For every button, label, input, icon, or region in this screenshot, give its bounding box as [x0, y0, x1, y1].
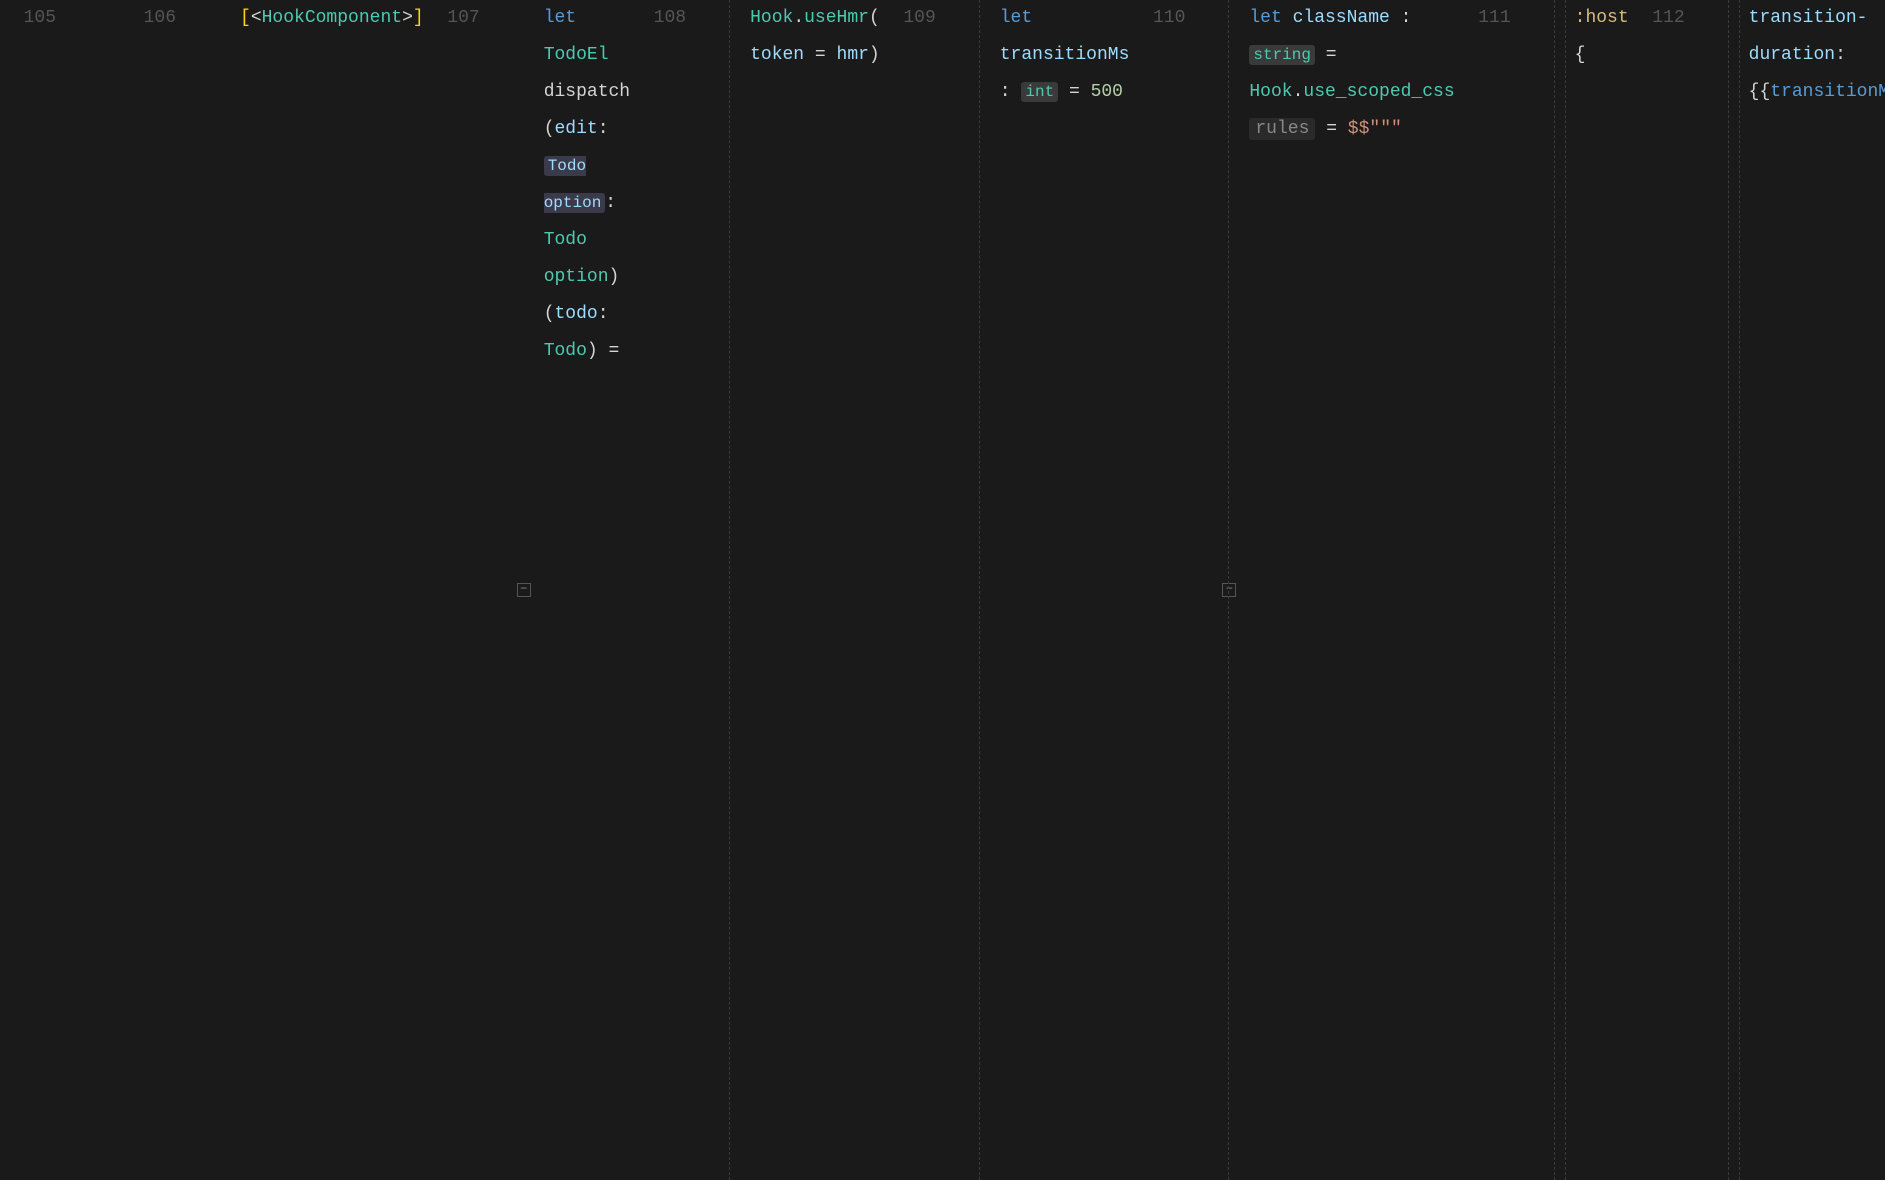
line-number: 110: [1129, 0, 1209, 1180]
gutter-110[interactable]: −: [1209, 0, 1249, 1180]
code-line-112: transition-duration: {{transitionMs}}ms;: [1749, 0, 1885, 1180]
code-line-109: let transitionMs : int = 500: [1000, 0, 1130, 1180]
line-number: 106: [120, 0, 200, 1180]
gutter-108: [710, 0, 750, 1180]
line-number: 109: [880, 0, 960, 1180]
line-number: 112: [1629, 0, 1709, 1180]
gutter: [200, 0, 240, 1180]
line-number: 107: [424, 0, 504, 1180]
code-editor: 105 106 [<HookComponent>] 107 − let Todo…: [0, 0, 1885, 1180]
gutter: [80, 0, 120, 1180]
gutter-111: [1535, 0, 1575, 1180]
code-line-106: [<HookComponent>]: [240, 0, 424, 1180]
gutter-109: [960, 0, 1000, 1180]
fold-icon-107[interactable]: −: [517, 583, 531, 597]
code-line-107: let TodoEl dispatch (edit: Todo option: …: [544, 0, 630, 1180]
code-line-110: let className : string = Hook.use_scoped…: [1249, 0, 1454, 1180]
gutter-112: [1709, 0, 1749, 1180]
line-number: 105: [0, 0, 80, 1180]
line-number: 111: [1455, 0, 1535, 1180]
fold-icon-110[interactable]: −: [1222, 583, 1236, 597]
gutter-107[interactable]: −: [504, 0, 544, 1180]
code-line-111: :host {: [1575, 0, 1629, 1180]
line-number: 108: [630, 0, 710, 1180]
code-line-108: Hook.useHmr( token = hmr): [750, 0, 880, 1180]
